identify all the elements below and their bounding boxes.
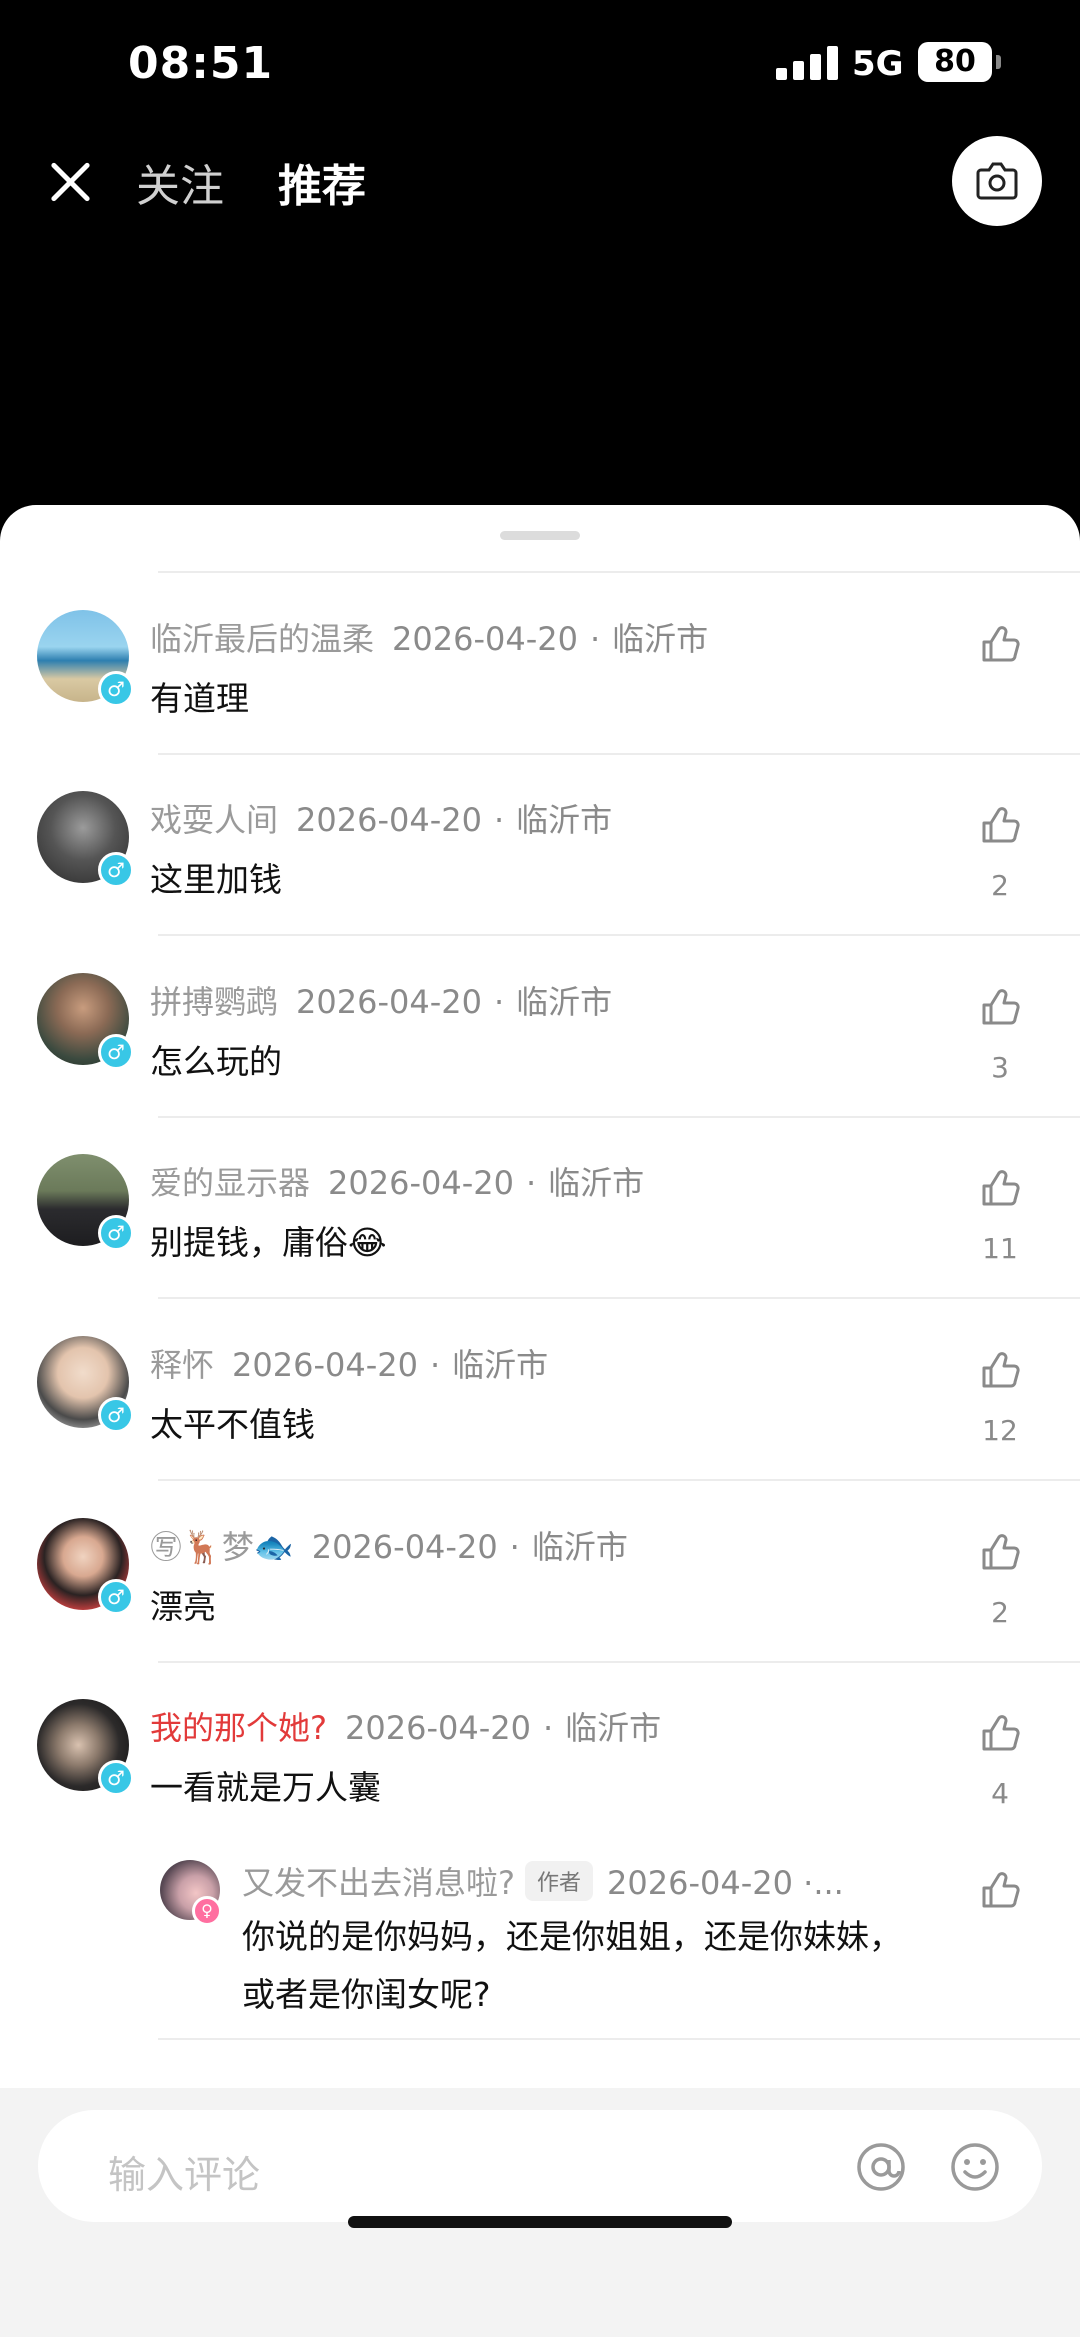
at-mention-icon[interactable]	[854, 2140, 908, 2194]
like-count: 4	[991, 1777, 1009, 1810]
drag-handle[interactable]	[500, 531, 580, 540]
reply-text: 你说的是你妈妈，还是你姐姐，还是你妹妹，或者是你闺女呢?	[242, 1917, 902, 2014]
emoji-icon[interactable]	[948, 2140, 1002, 2194]
like-count: 2	[991, 869, 1009, 902]
like-icon[interactable]	[978, 803, 1022, 847]
male-icon: ♂	[98, 1215, 134, 1251]
comment-date: 2026-04-20	[311, 1528, 498, 1566]
camera-button[interactable]	[952, 136, 1042, 226]
username[interactable]: 拼搏鹦鹉	[150, 983, 278, 1021]
comment-input-bar: 输入评论	[0, 2088, 1080, 2337]
divider	[158, 1479, 1080, 1481]
username[interactable]: 又发不出去消息啦?	[242, 1864, 515, 1902]
like-icon[interactable]	[978, 1530, 1022, 1574]
comment-text: 这里加钱	[150, 860, 282, 899]
divider	[158, 1661, 1080, 1663]
status-bar: 08:51 5G 80	[0, 0, 1080, 120]
username[interactable]: 爱的显示器	[150, 1164, 310, 1202]
comment-location: 临沂市	[531, 1528, 628, 1566]
author-badge: 作者	[525, 1861, 594, 1901]
username[interactable]: ㊢🦌梦🐟	[150, 1528, 294, 1566]
like-icon[interactable]	[978, 1868, 1022, 1912]
battery-icon: 80	[918, 42, 1001, 82]
comment-location: 临沂市	[452, 1346, 549, 1384]
username[interactable]: 戏耍人间	[150, 801, 278, 839]
male-icon: ♂	[98, 852, 134, 888]
divider	[158, 753, 1080, 755]
like-count: 2	[991, 1596, 1009, 1629]
like-icon[interactable]	[978, 622, 1022, 666]
male-icon: ♂	[98, 671, 134, 707]
comment-date: 2026-04-20	[328, 1164, 514, 1202]
comment-location: 临沂市	[612, 620, 709, 658]
comment-location: 临沂市	[548, 1164, 645, 1202]
comment-date: 2026-04-20	[296, 801, 482, 839]
comment-text: 漂亮	[150, 1587, 216, 1626]
male-icon: ♂	[98, 1579, 134, 1615]
like-icon[interactable]	[978, 1348, 1022, 1392]
divider	[158, 2038, 1080, 2040]
divider	[158, 934, 1080, 936]
comment-date: 2026-04-20	[392, 620, 578, 658]
comment-date: 2026-04-20	[232, 1346, 418, 1384]
status-time: 08:51	[128, 38, 274, 89]
like-count: 3	[991, 1051, 1009, 1084]
divider	[158, 1116, 1080, 1118]
comment-text: 太平不值钱	[150, 1405, 315, 1444]
male-icon: ♂	[98, 1397, 134, 1433]
username[interactable]: 临沂最后的温柔	[150, 620, 374, 658]
username[interactable]: 释怀	[150, 1346, 214, 1384]
tab-follow[interactable]: 关注	[136, 150, 224, 214]
comment-text: 怎么玩的	[150, 1042, 282, 1081]
tab-recommend[interactable]: 推荐	[278, 150, 366, 214]
camera-icon	[976, 162, 1018, 200]
comment-input[interactable]: 输入评论	[38, 2110, 1042, 2222]
username[interactable]: 我的那个她?	[150, 1709, 327, 1747]
like-icon[interactable]	[978, 1711, 1022, 1755]
signal-icon	[776, 46, 840, 80]
comment-location: 临沂市	[516, 983, 613, 1021]
comment-text: 有道理	[150, 679, 249, 718]
network-label: 5G	[852, 44, 904, 84]
comment-text: 一看就是万人囊	[150, 1768, 381, 1807]
like-icon[interactable]	[978, 1166, 1022, 1210]
comments-sheet: ♂ 临沂最后的温柔 2026-04-20 · 临沂市 有道理 ♂ 戏耍人间 2026-0…	[0, 505, 1080, 2337]
comment-date: 2026-04-20	[296, 983, 482, 1021]
like-count: 12	[982, 1414, 1018, 1447]
comment-date: 2026-04-20	[345, 1709, 531, 1747]
comment-text: 别提钱，庸俗😂	[150, 1223, 387, 1262]
close-icon[interactable]	[48, 160, 92, 204]
male-icon: ♂	[98, 1034, 134, 1070]
home-indicator[interactable]	[348, 2216, 732, 2228]
divider	[158, 571, 1080, 573]
like-count: 11	[982, 1232, 1018, 1265]
comment-location: 临沂市	[516, 801, 613, 839]
female-icon: ♀	[192, 1896, 222, 1926]
male-icon: ♂	[98, 1760, 134, 1796]
input-placeholder: 输入评论	[108, 2153, 261, 2197]
comment-location: 临沂市	[565, 1709, 662, 1747]
like-icon[interactable]	[978, 985, 1022, 1029]
divider	[158, 1297, 1080, 1299]
comment-date: 2026-04-20 ·...	[607, 1864, 844, 1902]
